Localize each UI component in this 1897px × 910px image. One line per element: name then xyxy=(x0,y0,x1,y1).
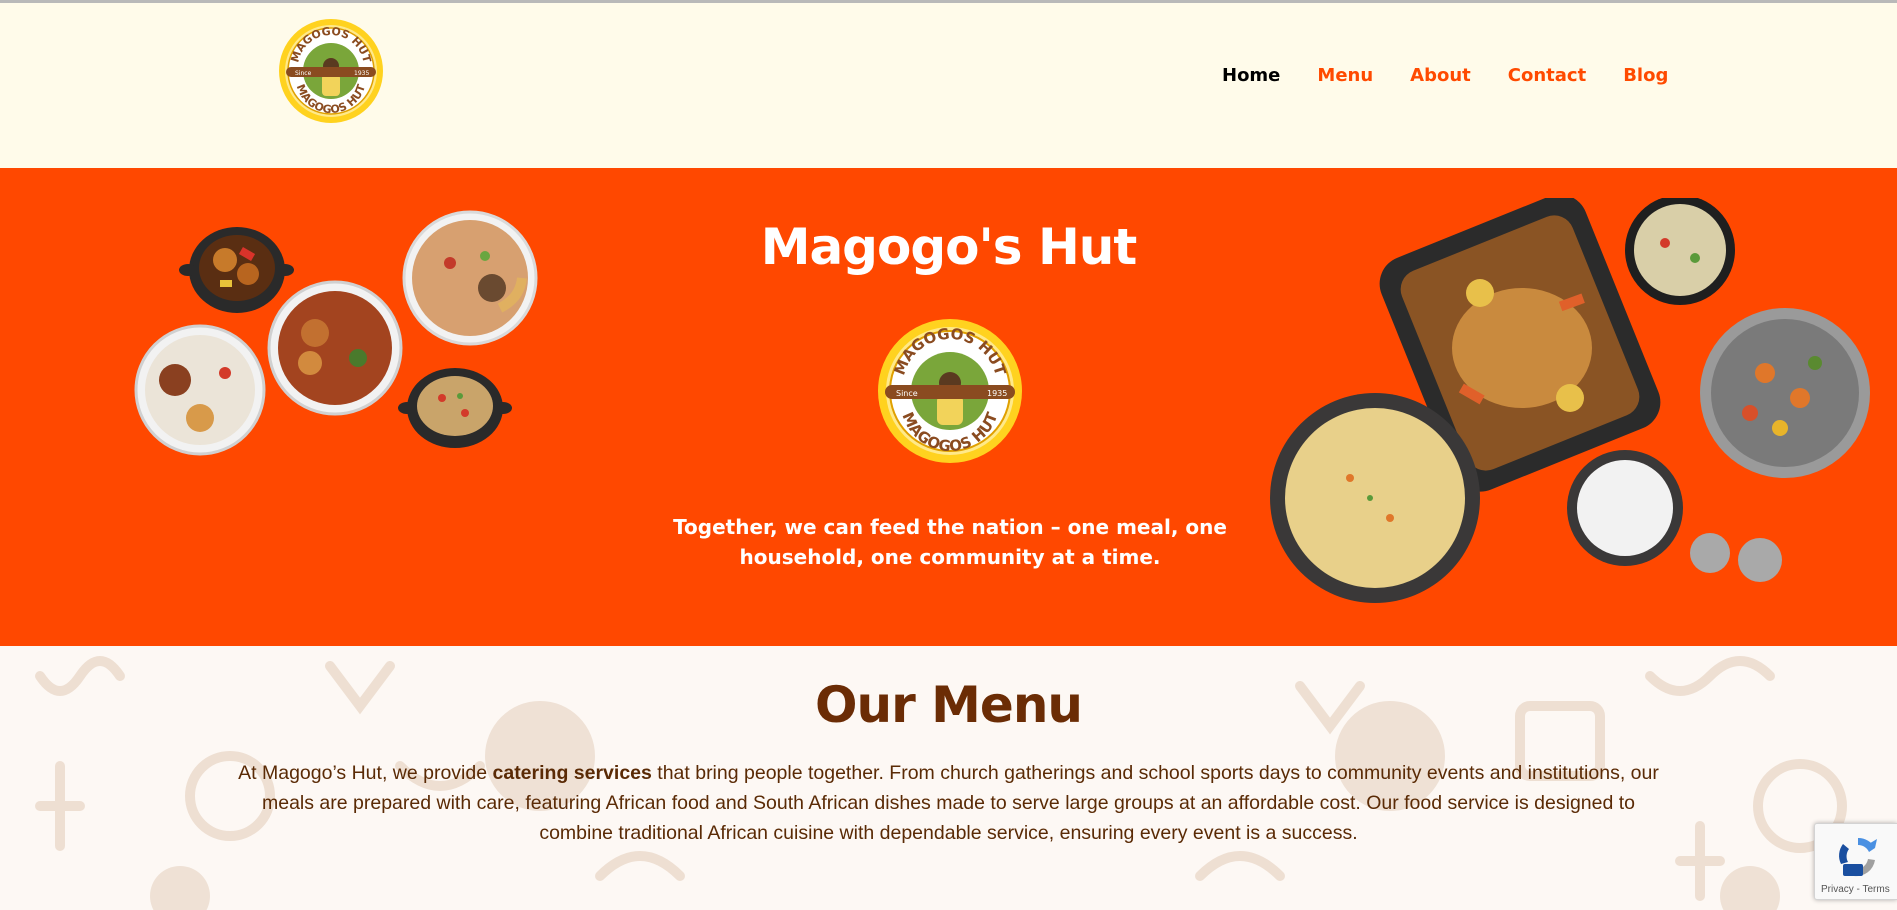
menu-section-description: At Magogo’s Hut, we provide catering ser… xyxy=(232,758,1665,848)
site-header: Since 1935 MAGOGOS HUT MAGOGOS HUT Home … xyxy=(0,3,1897,168)
hero-logo: Since 1935 MAGOGOS HUT MAGOGOS HUT xyxy=(877,318,1023,464)
menu-text-intro: At Magogo’s Hut, we provide xyxy=(238,762,493,784)
food-dishes-right-image xyxy=(1270,198,1870,603)
hero-banner: Magogo's Hut Since 1935 MAGOGOS HUT MAGO… xyxy=(0,168,1897,646)
main-nav: Home Menu About Contact Blog xyxy=(1222,65,1705,86)
hero-logo-since-text: Since xyxy=(896,389,918,398)
nav-contact[interactable]: Contact xyxy=(1508,65,1586,86)
nav-menu[interactable]: Menu xyxy=(1317,65,1373,86)
logo-year-text: 1935 xyxy=(354,70,369,77)
menu-section: Our Menu At Magogo’s Hut, we provide cat… xyxy=(0,646,1897,910)
logo-since-text: Since xyxy=(295,70,312,77)
hero-logo-year-text: 1935 xyxy=(987,389,1007,398)
nav-home[interactable]: Home xyxy=(1222,65,1280,86)
menu-text-highlight: catering services xyxy=(492,762,652,784)
nav-about[interactable]: About xyxy=(1410,65,1471,86)
recaptcha-icon xyxy=(1839,837,1877,877)
nav-blog[interactable]: Blog xyxy=(1623,65,1668,86)
hero-tagline: Together, we can feed the nation – one m… xyxy=(673,515,1227,569)
recaptcha-badge[interactable]: Privacy - Terms xyxy=(1814,823,1897,900)
recaptcha-links[interactable]: Privacy - Terms xyxy=(1821,884,1890,895)
site-logo[interactable]: Since 1935 MAGOGOS HUT MAGOGOS HUT xyxy=(278,18,384,124)
menu-section-title: Our Menu xyxy=(814,676,1083,734)
